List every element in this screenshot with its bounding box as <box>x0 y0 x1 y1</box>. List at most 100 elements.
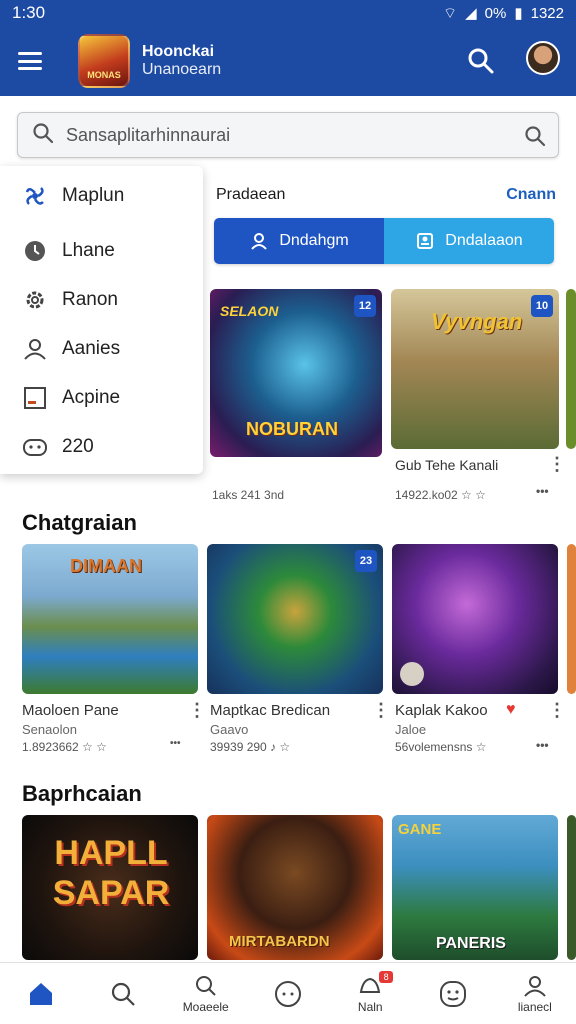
status-time: 1:30 <box>12 3 46 22</box>
more-options-icon[interactable]: ⋮ <box>548 454 566 475</box>
more-options-icon[interactable]: ⋮ <box>188 700 206 721</box>
menu-item[interactable]: Lhane <box>0 226 203 275</box>
search-icon <box>195 975 216 996</box>
segment-toggle: Dndahgm Dndalaaon <box>214 218 554 264</box>
card-title: Gub Tehe Kanali <box>395 457 499 473</box>
section-title: Baprhcaian <box>22 781 142 806</box>
segment-button-b[interactable]: Dndalaaon <box>384 218 554 264</box>
user-icon <box>251 233 268 250</box>
battery-text: 0% <box>484 4 507 22</box>
nav-discover[interactable]: Moaeele <box>165 963 247 1024</box>
profile-card-icon <box>417 233 434 249</box>
more-options-icon[interactable]: ⋮ <box>548 700 566 721</box>
wifi-icon: ⌔ <box>443 4 458 22</box>
home-icon <box>30 982 53 1005</box>
game-icon <box>22 434 48 460</box>
game-card[interactable] <box>392 544 558 694</box>
app-title-block: Hoonckai Unanoearn <box>142 43 221 79</box>
status-icons: ⌔ ◢ 0% ▮ 1322 <box>443 4 564 23</box>
see-all-link[interactable]: Cnann <box>506 186 556 204</box>
search-icon[interactable] <box>466 46 496 76</box>
nav-label: lianecl <box>517 999 552 1014</box>
side-menu: Maplun Lhane Ranon Aanies Acpine 220 <box>0 166 203 474</box>
user-icon <box>524 975 546 997</box>
status-bar: 1:30 ⌔ ◢ 0% ▮ 1322 <box>0 0 576 26</box>
card-subtitle: Jaloe <box>395 722 427 737</box>
nav-games[interactable] <box>247 963 329 1024</box>
card-title: Maptkac Bredican <box>210 702 331 719</box>
app-bar: MONAS Hoonckai Unanoearn <box>0 26 576 96</box>
card-meta: 39939 290 ♪ ☆ <box>210 740 291 754</box>
card-title: Kaplak Kakoo <box>395 702 488 719</box>
bottom-nav: Moaeele 8 Naln lianecl <box>0 962 576 1024</box>
menu-item[interactable]: Maplun <box>0 166 203 226</box>
game-card[interactable]: GANE PANERIS <box>392 815 558 960</box>
app-logo: MONAS <box>78 34 130 88</box>
search-bar[interactable]: Sansaplitarhinnaurai <box>17 112 559 158</box>
game-card[interactable]: 12 SELAON NOBURAN <box>210 289 382 457</box>
battery-icon: ▮ <box>514 5 523 22</box>
card-art-title: GANE <box>398 821 442 838</box>
game-card-partial[interactable] <box>566 289 576 449</box>
game-card-partial[interactable] <box>567 544 576 694</box>
search-submit-icon[interactable] <box>524 125 546 152</box>
search-icon <box>32 122 54 149</box>
avatar[interactable] <box>526 41 560 75</box>
menu-item-label: Acpine <box>62 386 121 408</box>
heart-icon: ♥ <box>506 701 516 718</box>
card-art-title: DIMAAN <box>70 556 142 576</box>
nav-label: Naln <box>357 999 383 1014</box>
card-art-title: PANERIS <box>436 935 506 952</box>
card-badge: 12 <box>354 295 376 317</box>
game-card[interactable]: MIRTABARDN <box>207 815 383 960</box>
clock-icon <box>22 238 48 264</box>
nav-profile[interactable]: lianecl <box>494 963 576 1024</box>
menu-item-label: Lhane <box>62 239 115 261</box>
more-options-icon[interactable]: ••• <box>170 738 181 749</box>
card-badge: 10 <box>531 295 553 317</box>
user-icon <box>22 336 48 362</box>
nav-notifications[interactable]: 8 Naln <box>329 963 411 1024</box>
segment-label-b: Dndalaaon <box>445 232 523 249</box>
menu-icon[interactable] <box>18 52 42 70</box>
card-art-title: MIRTABARDN <box>229 933 330 950</box>
menu-item-label: 220 <box>62 435 94 457</box>
card-art-title: HAPLL SAPAR <box>52 834 170 912</box>
status-clock: 1322 <box>530 4 564 22</box>
gear-icon <box>22 287 48 313</box>
section-header: Pradaean Cnann <box>216 186 556 204</box>
game-card[interactable]: HAPLL SAPAR <box>22 815 198 960</box>
game-card-partial[interactable] <box>567 815 576 960</box>
more-options-icon[interactable]: ⋮ <box>372 700 390 721</box>
signal-icon: ◢ <box>465 5 477 22</box>
card-art-title: NOBURAN <box>246 419 338 439</box>
search-icon <box>112 982 136 1006</box>
segment-button-a[interactable]: Dndahgm <box>214 218 384 264</box>
menu-item[interactable]: Ranon <box>0 275 203 324</box>
card-art-title: Vyvngan <box>431 309 523 334</box>
menu-item-label: Maplun <box>62 185 125 206</box>
nav-search[interactable] <box>82 963 164 1024</box>
menu-item[interactable]: 220 <box>0 422 203 471</box>
more-options-icon[interactable]: ••• <box>536 738 549 752</box>
face-icon <box>439 980 466 1007</box>
card-meta: 56volemensns ☆ <box>395 740 487 754</box>
menu-item[interactable]: Aanies <box>0 324 203 373</box>
app-subtitle: Unanoearn <box>142 61 222 78</box>
card-meta: 1.8923662 ☆ ☆ <box>22 740 107 754</box>
menu-item-label: Ranon <box>62 288 118 310</box>
nav-home[interactable] <box>0 963 82 1024</box>
card-title: Maoloen Pane <box>22 702 119 719</box>
more-options-icon[interactable]: ••• <box>536 484 549 498</box>
menu-item-label: Aanies <box>62 337 121 359</box>
nav-social[interactable] <box>411 963 493 1024</box>
card-badge: 23 <box>355 550 377 572</box>
menu-item[interactable]: Acpine <box>0 373 203 422</box>
game-card[interactable]: 10 Vyvngan <box>391 289 559 449</box>
section-title: Chatgraian <box>22 510 137 535</box>
game-card[interactable]: 23 <box>207 544 383 694</box>
card-subtitle: Gaavo <box>210 722 249 737</box>
search-input[interactable]: Sansaplitarhinnaurai <box>66 125 230 146</box>
game-card[interactable]: DIMAAN <box>22 544 198 694</box>
card-meta: 14922.ko02 ☆ ☆ <box>395 488 486 502</box>
